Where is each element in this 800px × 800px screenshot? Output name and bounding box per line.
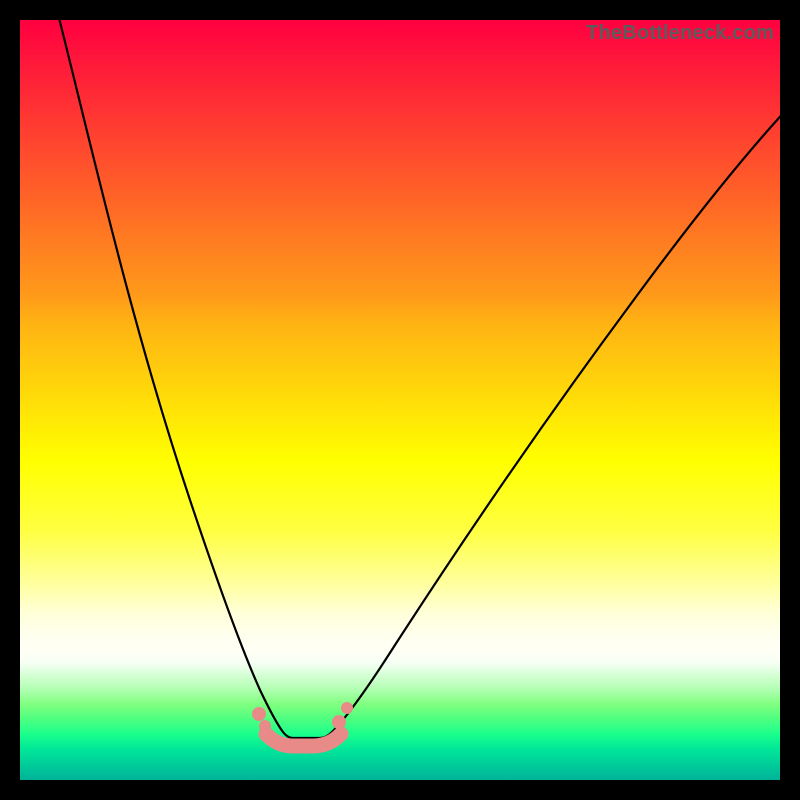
chart-frame: TheBottleneck.com (0, 0, 800, 800)
plot-gradient-background: TheBottleneck.com (20, 20, 780, 780)
valley-dot (259, 720, 271, 732)
valley-highlight-band (266, 734, 341, 746)
valley-dot (332, 715, 346, 729)
valley-dot (252, 707, 266, 721)
chart-svg (20, 20, 780, 780)
valley-highlight-group (252, 702, 353, 746)
bottleneck-curve (58, 14, 788, 738)
valley-dot (341, 702, 353, 714)
